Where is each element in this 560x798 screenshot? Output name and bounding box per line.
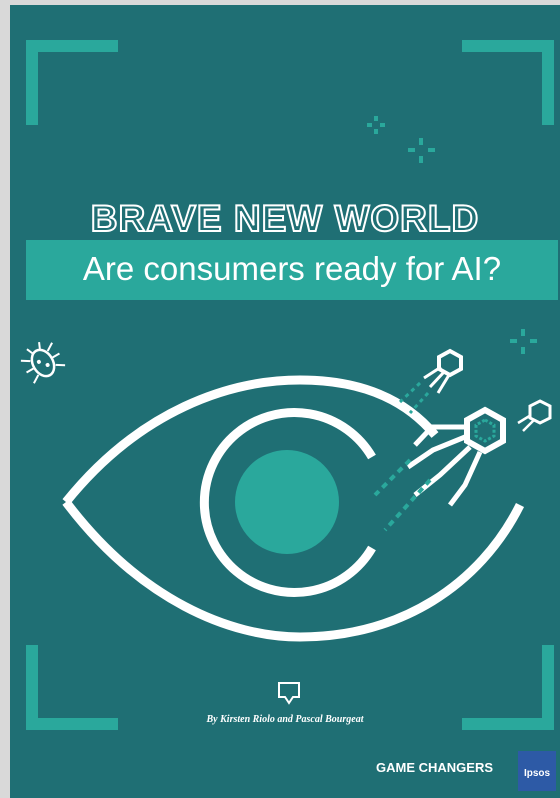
cover-title: BRAVE NEW WORLD [90,197,480,240]
nanobot-icon [398,348,463,415]
cover-artwork [20,40,554,730]
series-brand: GAME CHANGERS [376,760,494,775]
author-byline: By Kirsten Riolo and Pascal Bourgeat [206,714,364,725]
speech-bubble-icon [278,682,300,705]
nanobot-icon [517,399,552,432]
sparkle-icon [408,138,435,163]
sparkle-icon [367,116,385,134]
eye-icon [62,375,525,642]
nanobot-icon [373,406,506,532]
circuit-bug-icon [20,342,66,384]
ipsos-logo-text: Ipsos [523,768,551,779]
report-cover: BRAVE NEW WORLD Are consumers ready for … [10,5,560,798]
corner-bracket-icon [462,40,554,125]
corner-bracket-icon [26,40,118,125]
cover-subtitle: Are consumers ready for AI? [82,250,502,287]
sparkle-icon [510,329,537,354]
